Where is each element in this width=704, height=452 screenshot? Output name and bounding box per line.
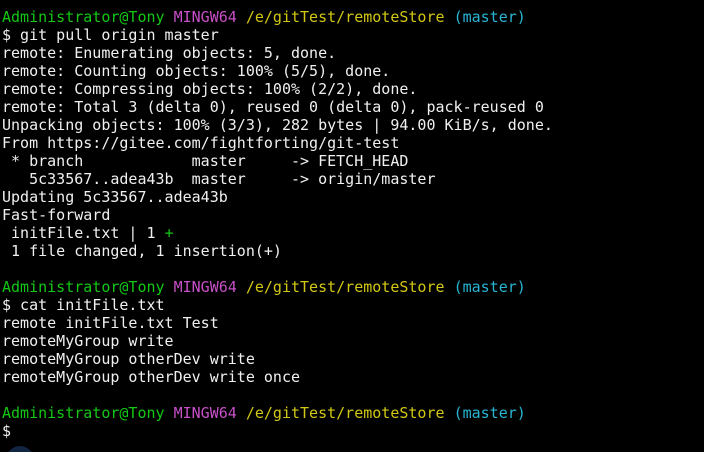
terminal-line: initFile.txt | 1 + <box>2 224 704 242</box>
terminal-line: Administrator@Tony MINGW64 /e/gitTest/re… <box>2 278 704 296</box>
terminal-text-segment: (master) <box>453 404 526 422</box>
terminal-line: 5c33567..adea43b master -> origin/master <box>2 170 704 188</box>
terminal-text-segment: remote: Total 3 (delta 0), reused 0 (del… <box>2 98 544 116</box>
terminal-line: Administrator@Tony MINGW64 /e/gitTest/re… <box>2 8 704 26</box>
terminal-text-segment: Administrator@Tony <box>2 404 165 422</box>
terminal-text-segment: $ cat initFile.txt <box>2 296 165 314</box>
terminal-line: remote: Enumerating objects: 5, done. <box>2 44 704 62</box>
terminal-text-segment: initFile.txt | 1 <box>2 224 165 242</box>
terminal-text-segment: remoteMyGroup otherDev write <box>2 350 255 368</box>
terminal-text-segment: /e/gitTest/remoteStore <box>245 404 445 422</box>
terminal-window[interactable]: Administrator@Tony MINGW64 /e/gitTest/re… <box>0 0 704 452</box>
terminal-text-segment: Administrator@Tony <box>2 278 165 296</box>
terminal-output: Administrator@Tony MINGW64 /e/gitTest/re… <box>2 8 704 440</box>
terminal-line: Fast-forward <box>2 206 704 224</box>
terminal-text-segment: (master) <box>453 8 526 26</box>
terminal-text-segment: remoteMyGroup write <box>2 332 174 350</box>
terminal-text-segment: remote: Counting objects: 100% (5/5), do… <box>2 62 391 80</box>
terminal-line: From https://gitee.com/fightforting/git-… <box>2 134 704 152</box>
terminal-text-segment: MINGW64 <box>173 278 237 296</box>
terminal-text-segment: remote: Enumerating objects: 5, done. <box>2 44 337 62</box>
terminal-text-segment: Fast-forward <box>2 206 111 224</box>
terminal-text-segment: $ <box>2 422 12 440</box>
terminal-line: remoteMyGroup otherDev write <box>2 350 704 368</box>
terminal-line: remoteMyGroup write <box>2 332 704 350</box>
terminal-line: remoteMyGroup otherDev write once <box>2 368 704 386</box>
terminal-line: * branch master -> FETCH_HEAD <box>2 152 704 170</box>
terminal-line: remote: Compressing objects: 100% (2/2),… <box>2 80 704 98</box>
terminal-line: Administrator@Tony MINGW64 /e/gitTest/re… <box>2 404 704 422</box>
terminal-text-segment: /e/gitTest/remoteStore <box>245 278 445 296</box>
terminal-text-segment: Administrator@Tony <box>2 8 165 26</box>
terminal-text-segment: remote: Compressing objects: 100% (2/2),… <box>2 80 418 98</box>
terminal-line: $ cat initFile.txt <box>2 296 704 314</box>
terminal-line: 1 file changed, 1 insertion(+) <box>2 242 704 260</box>
terminal-text-segment: MINGW64 <box>173 8 237 26</box>
terminal-text-segment: * branch master -> FETCH_HEAD <box>2 152 409 170</box>
terminal-text-segment: Unpacking objects: 100% (3/3), 282 bytes… <box>2 116 553 134</box>
terminal-line: remote initFile.txt Test <box>2 314 704 332</box>
terminal-line: Unpacking objects: 100% (3/3), 282 bytes… <box>2 116 704 134</box>
terminal-text-segment: Updating 5c33567..adea43b <box>2 188 228 206</box>
terminal-text-segment: $ git pull origin master <box>2 26 219 44</box>
terminal-line: $ git pull origin master <box>2 26 704 44</box>
terminal-text-segment: + <box>164 224 174 242</box>
terminal-text-segment: 1 file changed, 1 insertion(+) <box>2 242 282 260</box>
terminal-text-segment: remoteMyGroup otherDev write once <box>2 368 301 386</box>
terminal-line: remote: Counting objects: 100% (5/5), do… <box>2 62 704 80</box>
terminal-text-segment: From https://gitee.com/fightforting/git-… <box>2 134 400 152</box>
terminal-text-segment: remote initFile.txt Test <box>2 314 219 332</box>
terminal-text-segment: (master) <box>453 278 526 296</box>
terminal-text-segment: /e/gitTest/remoteStore <box>245 8 445 26</box>
terminal-line: remote: Total 3 (delta 0), reused 0 (del… <box>2 98 704 116</box>
terminal-line: Updating 5c33567..adea43b <box>2 188 704 206</box>
scroll-indicator-icon <box>6 446 34 452</box>
terminal-text-segment: MINGW64 <box>173 404 237 422</box>
terminal-text-segment: 5c33567..adea43b master -> origin/master <box>2 170 436 188</box>
terminal-line: $ <box>2 422 704 440</box>
